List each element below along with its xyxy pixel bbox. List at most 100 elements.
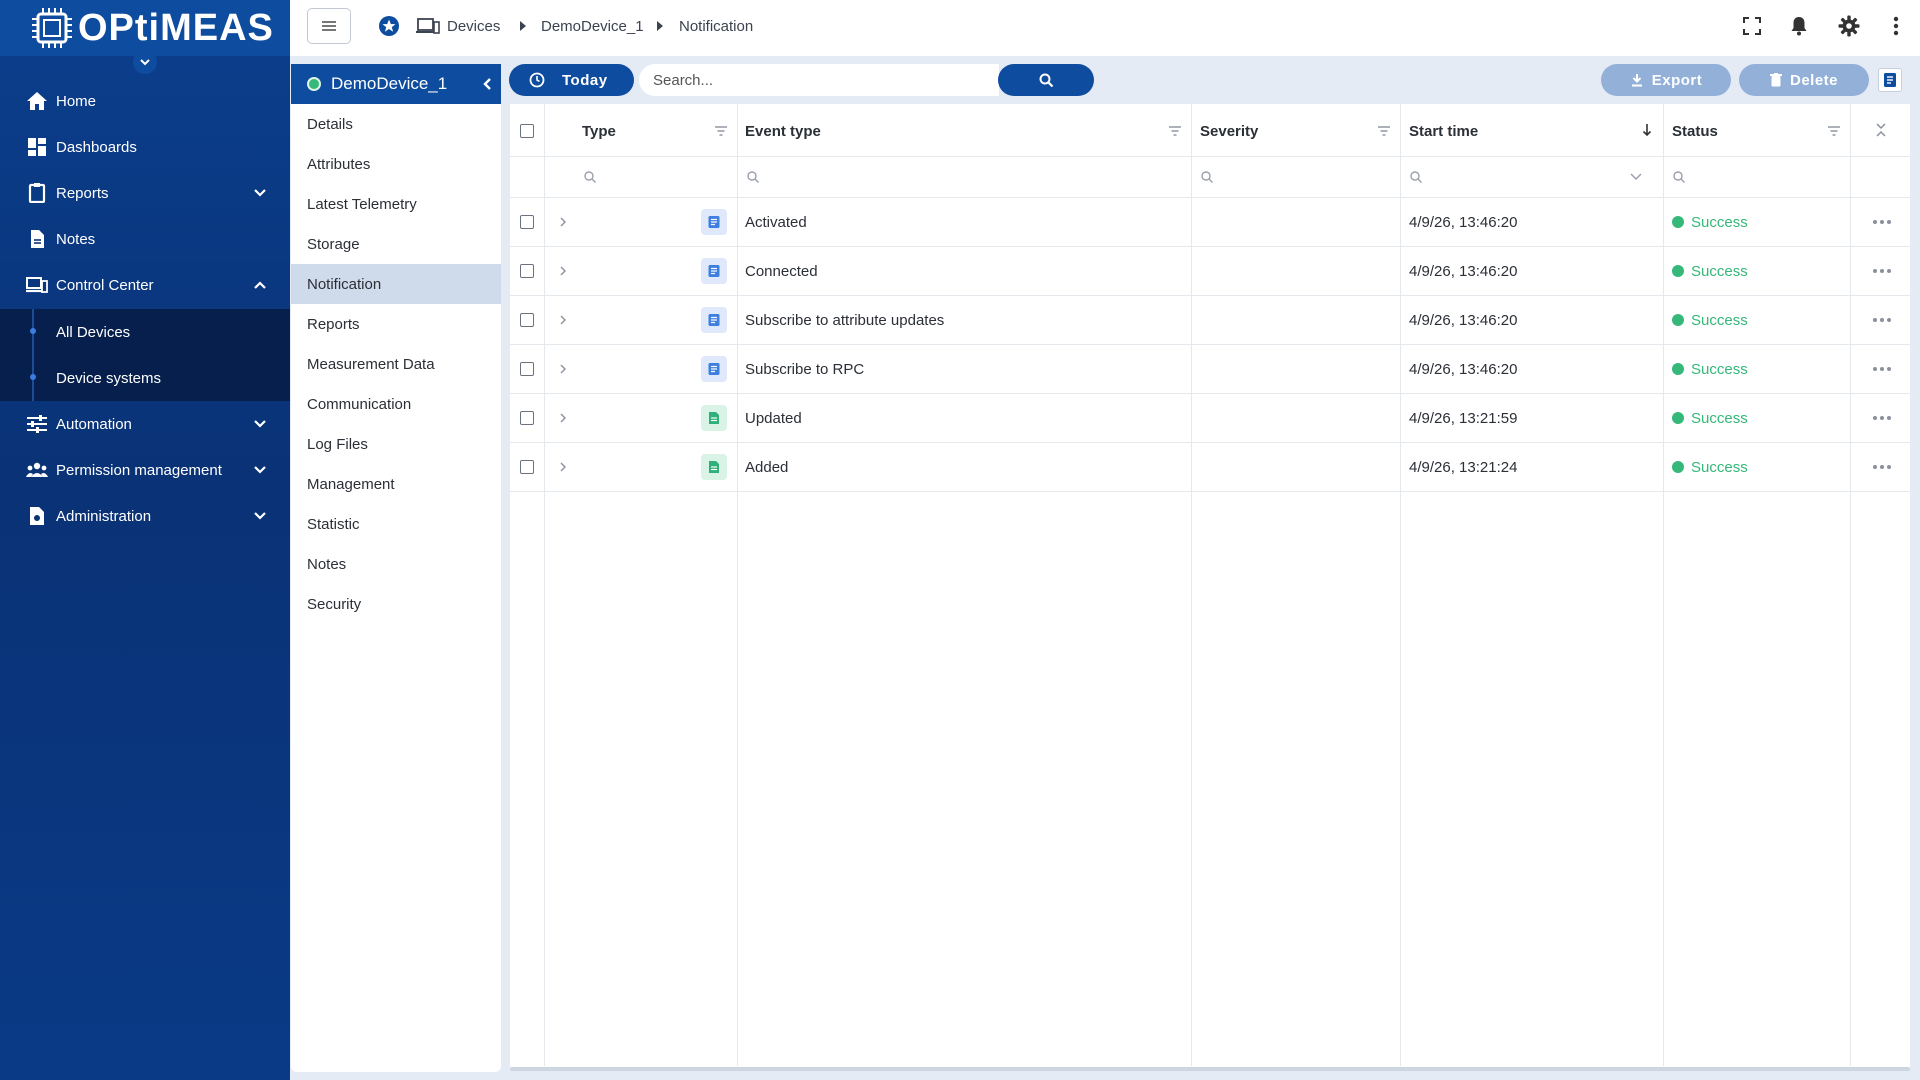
notifications-button[interactable]: [1787, 14, 1811, 38]
nav-item-label: Automation: [56, 415, 132, 433]
chevron-up-icon: [254, 281, 266, 289]
more-horizontal-icon[interactable]: [1872, 317, 1892, 323]
chevron-right-icon[interactable]: [558, 413, 568, 423]
status-cell: Success: [1691, 361, 1748, 378]
admin-document-icon: [30, 507, 44, 525]
status-indicator: [1672, 461, 1684, 473]
subnav-log-files[interactable]: Log Files: [291, 424, 501, 464]
subnav-attributes[interactable]: Attributes: [291, 144, 501, 184]
search-input[interactable]: [639, 64, 999, 96]
nav-item-label: All Devices: [56, 323, 131, 341]
event-type-cell: Added: [745, 459, 789, 476]
breadcrumb-device[interactable]: DemoDevice_1: [541, 18, 644, 35]
nav-item-all-devices[interactable]: All Devices: [0, 309, 290, 355]
more-horizontal-icon[interactable]: [1872, 219, 1892, 225]
breadcrumb-current: Notification: [679, 18, 754, 35]
nav-item-home[interactable]: Home: [0, 78, 290, 124]
status-indicator: [1672, 363, 1684, 375]
nav-item-label: Permission management: [56, 461, 222, 479]
subnav-latest-telemetry[interactable]: Latest Telemetry: [291, 184, 501, 224]
document-blue-icon: [708, 216, 720, 228]
nav-item-automation[interactable]: Automation: [0, 401, 290, 447]
chevron-right-icon[interactable]: [558, 462, 568, 472]
more-horizontal-icon[interactable]: [1872, 268, 1892, 274]
horizontal-scrollbar[interactable]: [510, 1067, 1910, 1071]
row-checkbox[interactable]: [520, 362, 534, 376]
chevron-left-icon[interactable]: [479, 76, 495, 92]
column-filter-search-icon[interactable]: [583, 170, 597, 184]
device-subnav-panel: DemoDevice_1 Details Attributes Latest T…: [291, 64, 501, 1072]
nav-item-label: Device systems: [56, 369, 162, 387]
subnav-security[interactable]: Security: [291, 584, 501, 624]
nav-item-label: Notes: [56, 230, 96, 248]
more-horizontal-icon[interactable]: [1872, 415, 1892, 421]
start-time-cell: 4/9/26, 13:46:20: [1409, 312, 1518, 329]
nav-item-dashboards[interactable]: Dashboards: [0, 124, 290, 170]
favorite-star-icon[interactable]: [378, 15, 400, 37]
column-filter-search-icon[interactable]: [1672, 170, 1686, 184]
type-badge: [701, 258, 727, 284]
collapse-all-icon[interactable]: [1874, 122, 1888, 138]
nav-item-notes[interactable]: Notes: [0, 216, 290, 262]
row-checkbox[interactable]: [520, 264, 534, 278]
sort-descending-icon[interactable]: [1641, 123, 1653, 137]
column-header-start-time[interactable]: Start time: [1409, 123, 1478, 140]
events-table: Type Event type Severity Start time Stat…: [510, 104, 1910, 1069]
subnav-reports[interactable]: Reports: [291, 304, 501, 344]
row-checkbox[interactable]: [520, 313, 534, 327]
column-filter-search-icon[interactable]: [746, 170, 760, 184]
subnav-measurement-data[interactable]: Measurement Data: [291, 344, 501, 384]
document-blue-icon: [708, 265, 720, 277]
export-button[interactable]: Export: [1601, 64, 1731, 96]
fullscreen-button[interactable]: [1740, 14, 1764, 38]
row-divider: [510, 156, 1910, 157]
filter-icon[interactable]: [1377, 125, 1391, 137]
sidebar-menu-button[interactable]: [307, 8, 351, 44]
time-range-button[interactable]: Today: [509, 64, 634, 96]
column-divider: [544, 104, 545, 1066]
subnav-communication[interactable]: Communication: [291, 384, 501, 424]
breadcrumb-devices[interactable]: Devices: [447, 18, 500, 35]
row-checkbox[interactable]: [520, 411, 534, 425]
nav-item-reports[interactable]: Reports: [0, 170, 290, 216]
sliders-icon: [27, 415, 47, 433]
row-checkbox[interactable]: [520, 215, 534, 229]
chevron-right-icon[interactable]: [558, 364, 568, 374]
column-filter-search-icon[interactable]: [1409, 170, 1423, 184]
filter-icon[interactable]: [714, 125, 728, 137]
chevron-right-icon[interactable]: [558, 266, 568, 276]
more-options-button[interactable]: [1884, 14, 1908, 38]
subnav-notes[interactable]: Notes: [291, 544, 501, 584]
chevron-down-icon[interactable]: [1629, 172, 1643, 182]
chevron-right-icon[interactable]: [558, 315, 568, 325]
subnav-management[interactable]: Management: [291, 464, 501, 504]
subnav-notification[interactable]: Notification: [291, 264, 501, 304]
select-all-checkbox[interactable]: [520, 124, 534, 138]
chevron-right-icon[interactable]: [558, 217, 568, 227]
row-checkbox[interactable]: [520, 460, 534, 474]
subnav-statistic[interactable]: Statistic: [291, 504, 501, 544]
row-divider: [510, 442, 1910, 443]
search-icon: [1039, 73, 1053, 87]
filter-icon[interactable]: [1827, 125, 1841, 137]
more-horizontal-icon[interactable]: [1872, 464, 1892, 470]
column-header-status[interactable]: Status: [1672, 123, 1718, 140]
nav-collapse-toggle[interactable]: [133, 50, 157, 74]
nav-item-administration[interactable]: Administration: [0, 493, 290, 539]
nav-item-control-center[interactable]: Control Center: [0, 262, 290, 308]
gear-icon: [1838, 15, 1860, 37]
column-header-severity[interactable]: Severity: [1200, 123, 1258, 140]
nav-item-permission-management[interactable]: Permission management: [0, 447, 290, 493]
column-header-event-type[interactable]: Event type: [745, 123, 821, 140]
subnav-storage[interactable]: Storage: [291, 224, 501, 264]
column-settings-button[interactable]: [1878, 68, 1902, 92]
column-header-type[interactable]: Type: [582, 123, 616, 140]
nav-item-device-systems[interactable]: Device systems: [0, 355, 290, 401]
subnav-details[interactable]: Details: [291, 104, 501, 144]
filter-icon[interactable]: [1168, 125, 1182, 137]
delete-button[interactable]: Delete: [1739, 64, 1869, 96]
settings-button[interactable]: [1837, 14, 1861, 38]
column-filter-search-icon[interactable]: [1200, 170, 1214, 184]
more-horizontal-icon[interactable]: [1872, 366, 1892, 372]
search-button[interactable]: [998, 64, 1094, 96]
